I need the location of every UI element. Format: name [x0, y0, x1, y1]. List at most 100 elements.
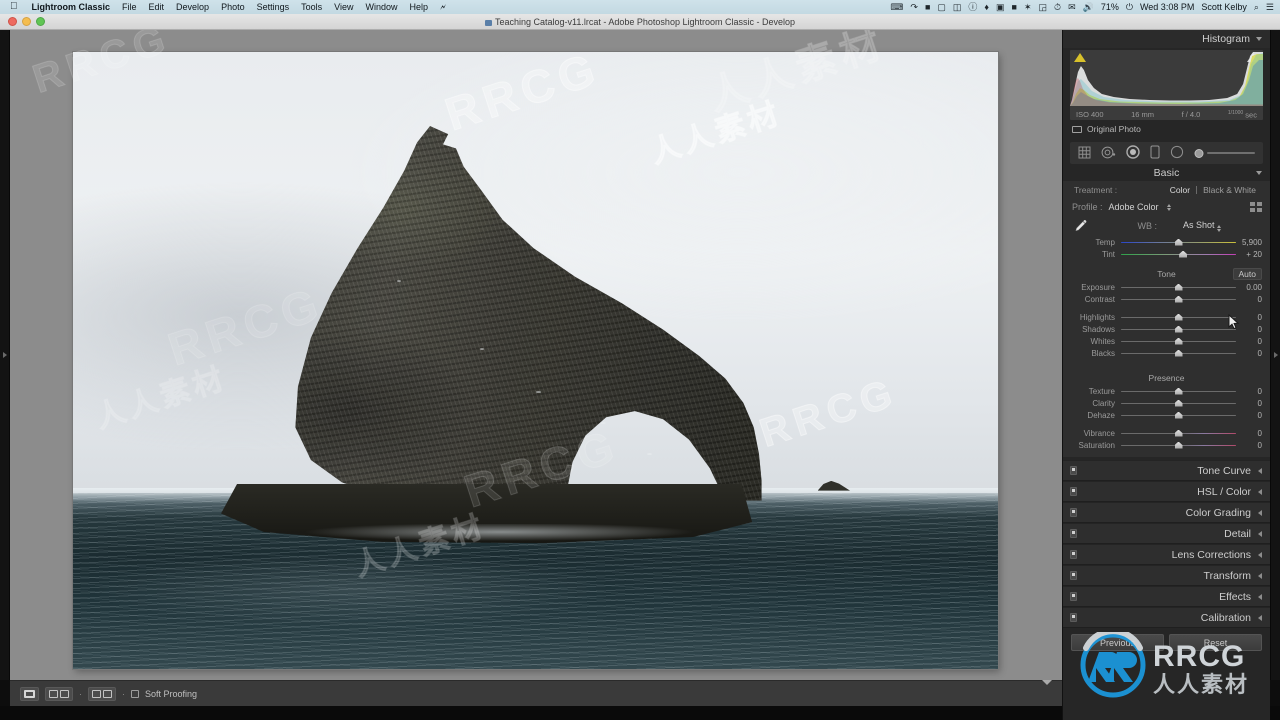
- dark-square-icon[interactable]: ■: [1012, 2, 1017, 12]
- whites-knob[interactable]: [1174, 337, 1183, 345]
- vibrance-track[interactable]: [1121, 428, 1236, 438]
- lightning-icon[interactable]: 🗲: [434, 2, 452, 13]
- slider-highlights[interactable]: Highlights 0: [1063, 311, 1270, 323]
- triangle-down-icon[interactable]: [1256, 37, 1262, 41]
- battery-percent[interactable]: 71%: [1101, 2, 1119, 12]
- profile-value[interactable]: Adobe Color: [1109, 202, 1159, 212]
- highlights-value[interactable]: 0: [1236, 313, 1262, 322]
- bluetooth-icon[interactable]: ✶: [1024, 2, 1032, 12]
- filmstrip-toggle-button[interactable]: [1042, 679, 1052, 703]
- saturation-track[interactable]: [1121, 440, 1236, 450]
- panel-switch-icon[interactable]: [1070, 613, 1077, 622]
- panel-calibration[interactable]: Calibration: [1063, 607, 1270, 628]
- tint-knob[interactable]: [1179, 250, 1188, 258]
- blue-square-icon[interactable]: ▣: [996, 2, 1005, 12]
- menu-item-develop[interactable]: Develop: [170, 2, 215, 12]
- triangle-left-icon[interactable]: [1258, 572, 1262, 579]
- panel-color-grading[interactable]: Color Grading: [1063, 502, 1270, 523]
- wb-stepper-icon[interactable]: [1216, 225, 1221, 232]
- dehaze-knob[interactable]: [1174, 411, 1183, 419]
- apple-icon[interactable]: : [10, 2, 18, 12]
- refresh-icon[interactable]: ↷: [910, 2, 918, 12]
- left-panel-toggle[interactable]: [0, 30, 10, 680]
- compare-view-button[interactable]: [45, 686, 73, 701]
- slider-whites[interactable]: Whites 0: [1063, 335, 1270, 347]
- blacks-value[interactable]: 0: [1236, 349, 1262, 358]
- shadows-value[interactable]: 0: [1236, 325, 1262, 334]
- panel-switch-icon[interactable]: [1070, 487, 1077, 496]
- histogram[interactable]: ISO 400 16 mm f / 4.0 1/1000 sec: [1070, 50, 1263, 120]
- right-panel-toggle[interactable]: [1270, 30, 1280, 680]
- histogram-panel-header[interactable]: Histogram: [1063, 30, 1270, 48]
- basic-panel-header[interactable]: Basic: [1063, 164, 1270, 181]
- airplay-icon[interactable]: ◲: [1039, 2, 1048, 12]
- soft-proofing-label[interactable]: Soft Proofing: [145, 689, 197, 699]
- volume-icon[interactable]: 🔊: [1083, 2, 1094, 12]
- survey-view-button[interactable]: [88, 686, 116, 701]
- slider-contrast[interactable]: Contrast 0: [1063, 293, 1270, 305]
- menubar-user[interactable]: Scott Kelby: [1201, 2, 1247, 12]
- loupe-view-button[interactable]: [20, 686, 39, 701]
- radial-filter-tool[interactable]: [1170, 145, 1184, 161]
- treatment-color-option[interactable]: Color: [1164, 185, 1196, 195]
- triangle-left-icon[interactable]: [1258, 614, 1262, 621]
- battery-charging-icon[interactable]: ⏻: [1126, 2, 1133, 12]
- texture-track[interactable]: [1121, 386, 1236, 396]
- panel-switch-icon[interactable]: [1070, 508, 1077, 517]
- panel-switch-icon[interactable]: [1070, 550, 1077, 559]
- menu-item-tools[interactable]: Tools: [295, 2, 328, 12]
- previous-button[interactable]: Previous: [1071, 634, 1164, 651]
- temp-knob[interactable]: [1174, 238, 1183, 246]
- whites-value[interactable]: 0: [1236, 337, 1262, 346]
- menu-item-window[interactable]: Window: [360, 2, 404, 12]
- crop-overlay-tool[interactable]: [1078, 146, 1091, 161]
- spot-removal-tool[interactable]: [1101, 146, 1116, 161]
- do-not-disturb-icon[interactable]: ⓘ: [968, 2, 977, 12]
- triangle-left-icon[interactable]: [1258, 530, 1262, 537]
- photo-frame[interactable]: RRCG 人人素材 RRCG 人人素材 RRCG 人人素材 RRCG: [73, 52, 998, 669]
- clarity-value[interactable]: 0: [1236, 399, 1262, 408]
- reset-button[interactable]: Reset: [1169, 634, 1262, 651]
- panel-switch-icon[interactable]: [1070, 529, 1077, 538]
- screen-mirror-icon[interactable]: ◫: [953, 2, 962, 12]
- slider-blacks[interactable]: Blacks 0: [1063, 347, 1270, 359]
- slider-clarity[interactable]: Clarity 0: [1063, 397, 1270, 409]
- menu-item-view[interactable]: View: [328, 2, 359, 12]
- wifi-icon[interactable]: ✉: [1068, 2, 1076, 12]
- shadows-track[interactable]: [1121, 324, 1236, 334]
- menu-app-name[interactable]: Lightroom Classic: [26, 2, 117, 12]
- vibrance-value[interactable]: 0: [1236, 429, 1262, 438]
- slider-texture[interactable]: Texture 0: [1063, 385, 1270, 397]
- contrast-track[interactable]: [1121, 294, 1236, 304]
- search-icon[interactable]: ⌕: [1254, 2, 1259, 12]
- exposure-knob[interactable]: [1174, 283, 1183, 291]
- triangle-left-icon[interactable]: [1258, 509, 1262, 516]
- panel-switch-icon[interactable]: [1070, 592, 1077, 601]
- saturation-value[interactable]: 0: [1236, 441, 1262, 450]
- tool-amount-track[interactable]: [1207, 152, 1255, 154]
- panel-effects[interactable]: Effects: [1063, 586, 1270, 607]
- masking-tool[interactable]: [1126, 145, 1140, 161]
- exposure-track[interactable]: [1121, 282, 1236, 292]
- profile-browser-grid-icon[interactable]: [1250, 202, 1262, 212]
- control-center-icon[interactable]: ☰: [1266, 2, 1274, 12]
- wb-selector[interactable]: WB : As Shot: [1088, 220, 1270, 232]
- menu-item-file[interactable]: File: [116, 2, 143, 12]
- panel-hsl-color[interactable]: HSL / Color: [1063, 481, 1270, 502]
- temp-value[interactable]: 5,900: [1236, 238, 1262, 247]
- slider-temp[interactable]: Temp 5,900: [1063, 236, 1270, 248]
- blacks-knob[interactable]: [1174, 349, 1183, 357]
- whites-track[interactable]: [1121, 336, 1236, 346]
- tool-amount-slider[interactable]: [1194, 148, 1255, 159]
- highlights-track[interactable]: [1121, 312, 1236, 322]
- exposure-value[interactable]: 0.00: [1236, 283, 1262, 292]
- panel-detail[interactable]: Detail: [1063, 523, 1270, 544]
- shadows-knob[interactable]: [1174, 325, 1183, 333]
- treatment-bw-option[interactable]: Black & White: [1197, 185, 1262, 195]
- record-stop-icon[interactable]: ■: [925, 2, 930, 12]
- triangle-left-icon[interactable]: [1258, 467, 1262, 474]
- triangle-left-icon[interactable]: [1258, 593, 1262, 600]
- original-photo-toggle[interactable]: Original Photo: [1063, 120, 1270, 139]
- tint-track[interactable]: [1121, 249, 1236, 259]
- keyboard-input-icon[interactable]: ⌨: [890, 2, 903, 12]
